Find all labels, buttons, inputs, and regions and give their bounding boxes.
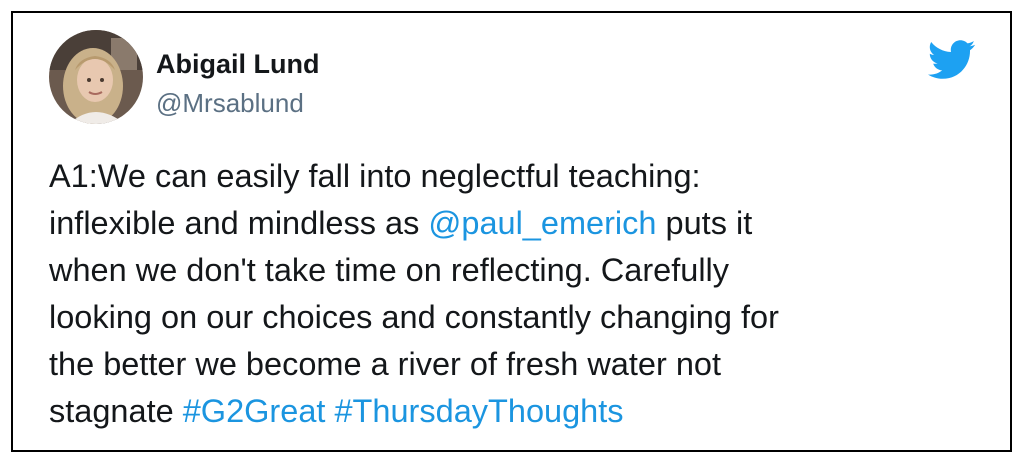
tweet-text: stagnate — [49, 393, 183, 429]
tweet-text-line: inflexible and mindless as @paul_emerich… — [49, 200, 989, 247]
tweet-text-line: stagnate #G2Great #ThursdayThoughts — [49, 388, 989, 435]
avatar-photo — [49, 30, 143, 124]
tweet-text: when we don't take time on reflecting. C… — [49, 252, 730, 288]
tweet-text-line: looking on our choices and constantly ch… — [49, 294, 989, 341]
tweet-text-line: A1:We can easily fall into neglectful te… — [49, 153, 989, 200]
tweet-text-line: when we don't take time on reflecting. C… — [49, 247, 989, 294]
tweet-text: the better we become a river of fresh wa… — [49, 346, 721, 382]
author-display-name[interactable]: Abigail Lund — [156, 49, 319, 80]
tweet-card: Abigail Lund @Mrsablund A1:We can easily… — [11, 11, 1012, 452]
tweet-text: puts it — [656, 205, 753, 241]
tweet-text-line: the better we become a river of fresh wa… — [49, 341, 989, 388]
mention-link[interactable]: @paul_emerich — [428, 205, 656, 241]
twitter-bird-icon[interactable] — [928, 40, 976, 80]
tweet-text: inflexible and mindless as — [49, 205, 429, 241]
hashtag-link[interactable]: #G2Great — [183, 393, 326, 429]
hashtag-link[interactable]: #ThursdayThoughts — [334, 393, 623, 429]
tweet-text: looking on our choices and constantly ch… — [49, 299, 779, 335]
author-handle[interactable]: @Mrsablund — [156, 88, 304, 119]
tweet-body: A1:We can easily fall into neglectful te… — [49, 153, 989, 435]
avatar[interactable] — [49, 30, 143, 124]
tweet-text: A1:We can easily fall into neglectful te… — [49, 158, 701, 194]
